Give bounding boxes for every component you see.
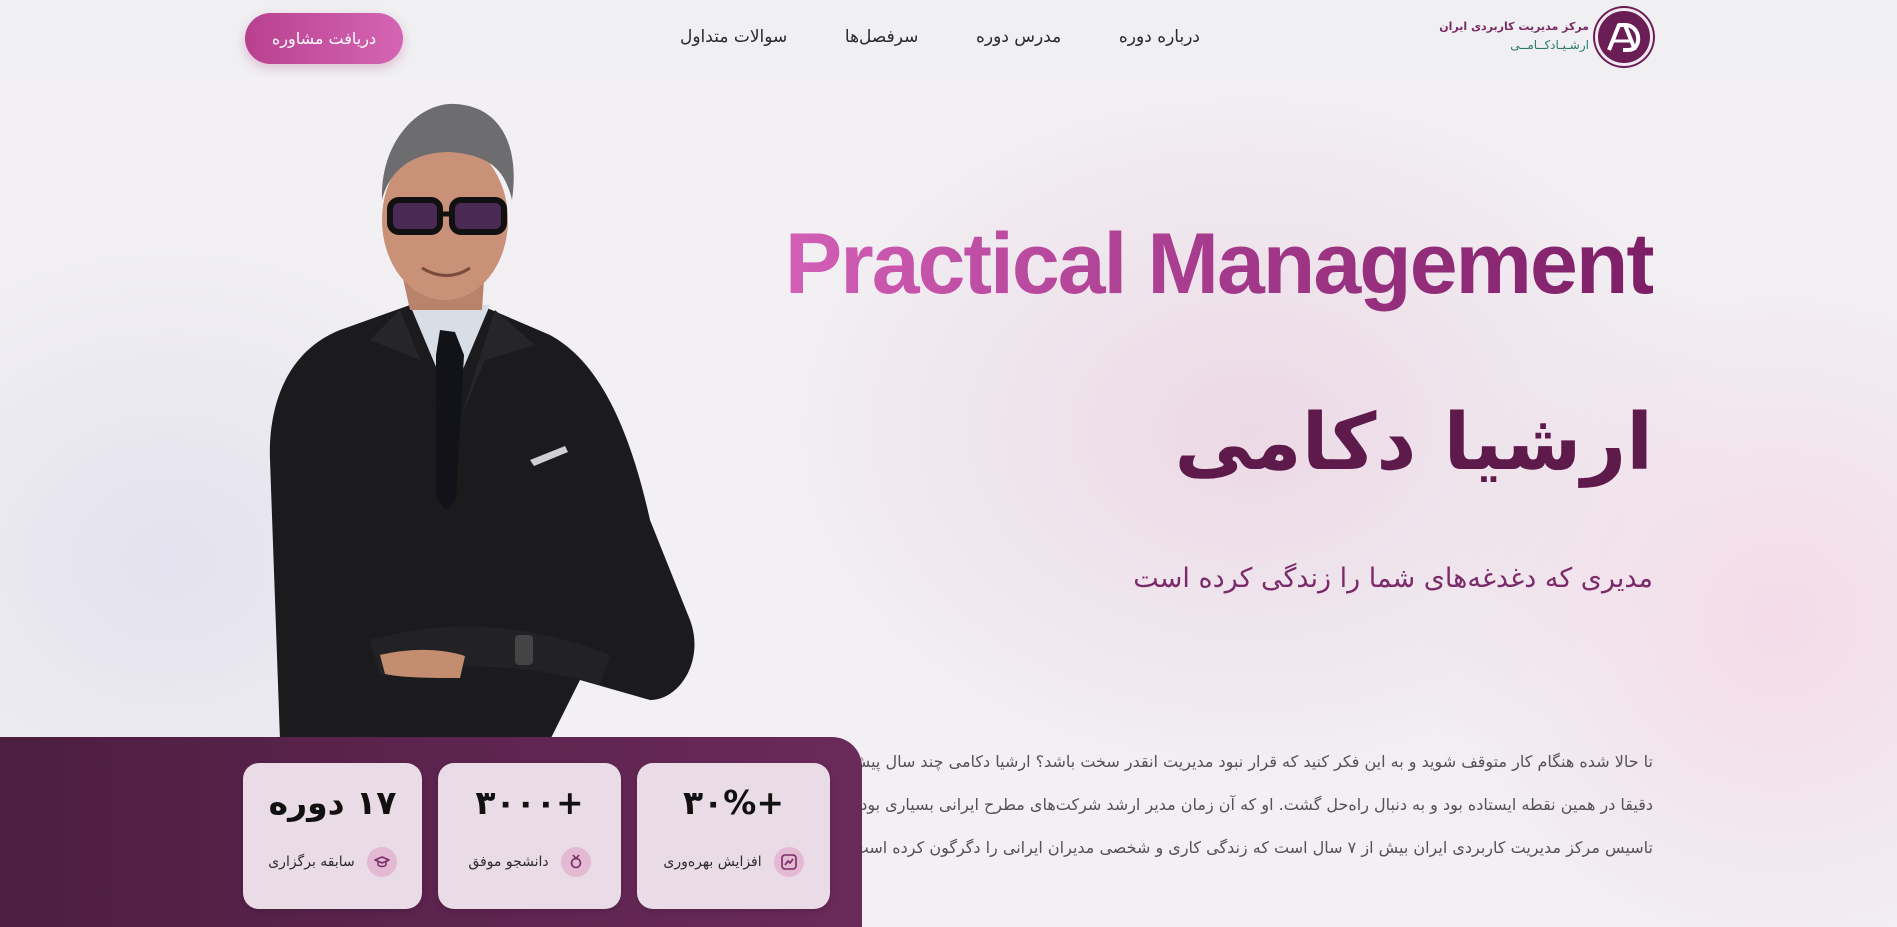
stat-label: سابقه برگزاری	[268, 854, 355, 870]
stat-label: دانشجو موفق	[468, 854, 549, 870]
get-consultation-button[interactable]: دریافت مشاوره	[245, 13, 403, 64]
instructor-name: ارشیا دکامی	[1174, 398, 1653, 488]
hero-title-english: Practical Management	[784, 216, 1655, 312]
stat-card-productivity: +۳۰% افزایش بهره‌وری	[637, 763, 830, 909]
logo-subtitle: ارشـیـادکــامــی	[1510, 38, 1589, 52]
intro-paragraph: تا حالا شده هنگام کار متوقف شوید و به ای…	[840, 752, 1653, 857]
brand-logo[interactable]: مرکز مدیریت کاربردی ایران ارشـیـادکــامـ…	[1439, 8, 1653, 66]
main-nav: درباره دوره مدرس دوره سرفصل‌ها سوالات مت…	[680, 22, 1200, 52]
stat-value: +۳۰%	[682, 783, 784, 822]
instructor-portrait	[269, 103, 695, 740]
nav-syllabus[interactable]: سرفصل‌ها	[845, 22, 919, 52]
stat-card-students: +۳۰۰۰ دانشجو موفق	[438, 763, 621, 909]
nav-about-course[interactable]: درباره دوره	[1119, 22, 1200, 52]
logo-monogram-icon	[1595, 8, 1653, 66]
logo-title: مرکز مدیریت کاربردی ایران	[1439, 20, 1589, 33]
landing-page: مرکز مدیریت کاربردی ایران ارشـیـادکــامـ…	[0, 0, 1897, 927]
nav-faq[interactable]: سوالات متداول	[680, 22, 787, 52]
stat-card-courses: ۱۷ دوره سابقه برگزاری	[243, 763, 422, 909]
medal-icon	[560, 847, 591, 877]
graduation-cap-icon	[366, 847, 397, 877]
nav-instructor[interactable]: مدرس دوره	[976, 22, 1061, 52]
stat-label: افزایش بهره‌وری	[663, 854, 762, 870]
hero-tagline: مدیری که دغدغه‌های شما را زندگی کرده است	[1133, 563, 1653, 594]
stat-value: +۳۰۰۰	[475, 783, 584, 822]
stat-value: ۱۷ دوره	[268, 783, 397, 822]
site-header: مرکز مدیریت کاربردی ایران ارشـیـادکــامـ…	[0, 0, 1897, 76]
growth-chart-icon	[773, 847, 804, 877]
